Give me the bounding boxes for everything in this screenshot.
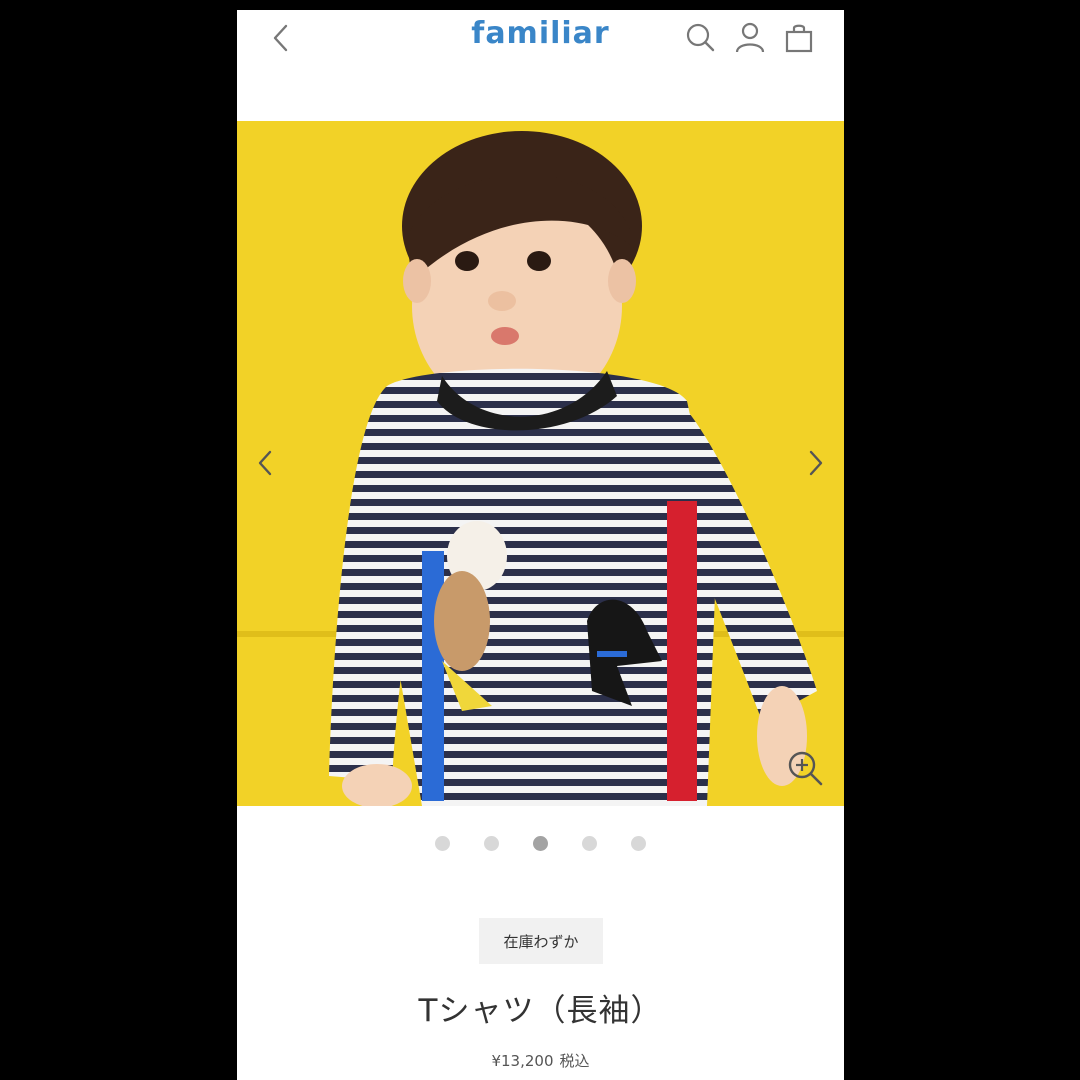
zoom-in-icon — [788, 751, 823, 786]
account-icon — [735, 22, 765, 53]
previous-slide-button[interactable] — [251, 448, 281, 478]
cart-button[interactable] — [783, 22, 815, 54]
stock-status-badge: 在庫わずか — [479, 918, 603, 964]
next-slide-button[interactable] — [800, 448, 830, 478]
back-chevron-icon — [273, 24, 288, 52]
tax-label: 税込 — [559, 1052, 590, 1070]
slide-dot-2[interactable] — [484, 836, 499, 851]
slide-dot-1[interactable] — [435, 836, 450, 851]
account-button[interactable] — [734, 22, 766, 54]
cart-icon — [785, 24, 813, 53]
search-icon — [686, 23, 715, 52]
price-row: ¥13,200 税込 — [237, 1050, 844, 1071]
product-title: Tシャツ（長袖） — [418, 993, 663, 1029]
chevron-left-icon — [258, 450, 272, 476]
chevron-right-icon — [809, 450, 823, 476]
search-button[interactable] — [685, 22, 717, 54]
product-illustration — [237, 121, 844, 806]
slide-dot-5[interactable] — [631, 836, 646, 851]
slide-dot-4[interactable] — [582, 836, 597, 851]
slide-indicator — [237, 836, 844, 852]
product-page: familiar 在庫わずか Tシャツ（長袖） ¥13,200 税込 — [237, 10, 844, 1080]
product-price: ¥13,200 — [491, 1052, 554, 1070]
site-header: familiar — [237, 10, 844, 72]
product-photo[interactable] — [237, 121, 844, 806]
back-button[interactable] — [267, 23, 297, 53]
zoom-button[interactable] — [785, 748, 825, 788]
slide-dot-3[interactable] — [533, 836, 548, 851]
